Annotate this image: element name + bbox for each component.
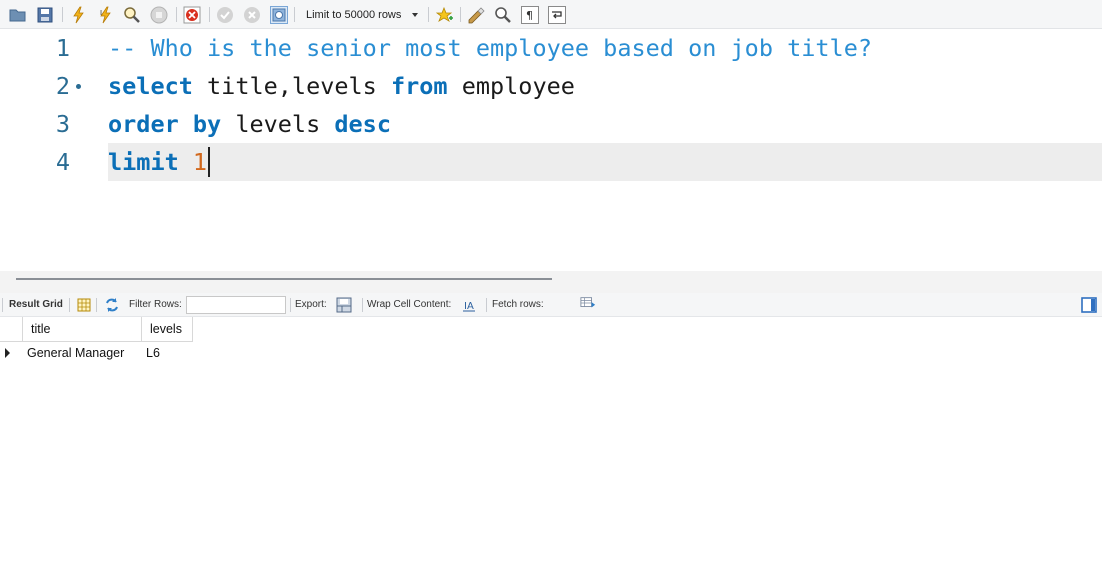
editor-line-active: 4 limit 1 (0, 143, 1102, 181)
line-number: 3 (55, 110, 70, 138)
toolbar-divider (460, 7, 461, 22)
execute-current-icon[interactable]: I (97, 6, 115, 24)
export-label: Export: (295, 299, 327, 310)
line-number: 2 (55, 72, 70, 100)
sql-keyword: select (108, 72, 193, 100)
toolbar-divider (294, 7, 295, 22)
panel-splitter[interactable] (0, 271, 1102, 293)
svg-text:¶: ¶ (526, 9, 533, 22)
sql-keyword: desc (334, 110, 391, 138)
result-grid-tab[interactable]: Result Grid (9, 299, 63, 311)
toolbar-divider (96, 298, 97, 312)
toolbar-divider (362, 298, 363, 312)
editor-line: 1 -- Who is the senior most employee bas… (0, 29, 1102, 67)
open-folder-icon[interactable] (9, 6, 27, 24)
limit-rows-label: Limit to 50000 rows (306, 9, 402, 21)
sql-text: employee (447, 72, 575, 100)
sql-code: order by levels desc (108, 105, 391, 143)
fetch-rows-icon[interactable] (580, 295, 596, 311)
toolbar-divider (62, 7, 63, 22)
table-cell[interactable]: General Manager (23, 342, 142, 364)
toolbar-divider (69, 298, 70, 312)
wrap-cell-label: Wrap Cell Content: (367, 299, 452, 310)
autocommit-icon[interactable] (270, 6, 288, 24)
save-icon[interactable] (36, 6, 54, 24)
table-cell[interactable]: L6 (142, 342, 193, 364)
find-icon[interactable] (494, 6, 512, 24)
form-editor-icon[interactable] (1081, 297, 1097, 313)
text-cursor (208, 146, 211, 177)
line-number: 1 (55, 34, 70, 62)
sql-keyword: limit (108, 148, 179, 176)
wrap-lines-icon[interactable] (548, 6, 566, 24)
toolbar-divider (176, 7, 177, 22)
toolbar-divider (2, 298, 3, 312)
limit-rows-select[interactable]: Limit to 50000 rows (300, 5, 424, 25)
active-line-highlight (108, 143, 1102, 181)
line-number: 4 (55, 148, 70, 176)
wrap-cell-icon[interactable]: IA (461, 297, 477, 313)
stop-icon[interactable] (150, 6, 168, 24)
beautify-icon[interactable] (467, 6, 485, 24)
sql-code: select title,levels from employee (108, 67, 575, 105)
commit-icon[interactable] (216, 6, 234, 24)
fetch-rows-label: Fetch rows: (492, 299, 544, 310)
chevron-down-icon (412, 13, 418, 17)
rollback-icon[interactable] (243, 6, 261, 24)
result-toolbar: Result Grid Filter Rows: Export: Wrap Ce… (0, 293, 1102, 317)
current-row-indicator-icon (5, 348, 10, 358)
column-header-title[interactable]: title (23, 317, 142, 342)
toolbar-divider (428, 7, 429, 22)
sql-number: 1 (192, 148, 208, 176)
toggle-error-icon[interactable] (183, 6, 201, 24)
explain-icon[interactable] (123, 6, 141, 24)
svg-text:IA: IA (464, 301, 474, 312)
sql-code: limit 1 (108, 143, 211, 181)
column-header-levels[interactable]: levels (142, 317, 193, 342)
toolbar-divider (290, 298, 291, 312)
toolbar-divider (209, 7, 210, 22)
sql-editor[interactable]: 1 -- Who is the senior most employee bas… (0, 29, 1102, 271)
toolbar-divider (486, 298, 487, 312)
sql-keyword: order by (108, 110, 222, 138)
refresh-icon[interactable] (104, 297, 120, 313)
grid-view-icon[interactable] (76, 297, 92, 313)
sql-comment: -- Who is the senior most employee based… (108, 34, 873, 62)
sql-editor-toolbar: I Limit to 50000 rows ¶ (0, 0, 1102, 29)
statement-marker-icon (76, 84, 81, 89)
execute-icon[interactable] (70, 6, 88, 24)
filter-rows-label: Filter Rows: (129, 299, 182, 310)
editor-line: 3 order by levels desc (0, 105, 1102, 143)
export-icon[interactable] (336, 297, 352, 313)
sql-keyword: from (390, 72, 448, 100)
filter-rows-input[interactable] (186, 296, 286, 314)
sql-text: levels (221, 110, 335, 138)
invisible-chars-icon[interactable]: ¶ (521, 6, 539, 24)
result-grid[interactable]: title levels General Manager L6 (0, 317, 1102, 569)
sql-text: title,levels (192, 72, 391, 100)
row-header-corner (0, 317, 23, 342)
bookmark-icon[interactable] (436, 6, 454, 24)
editor-line: 2 select title,levels from employee (0, 67, 1102, 105)
horizontal-scrollbar[interactable] (16, 278, 552, 280)
svg-text:I: I (100, 9, 102, 17)
